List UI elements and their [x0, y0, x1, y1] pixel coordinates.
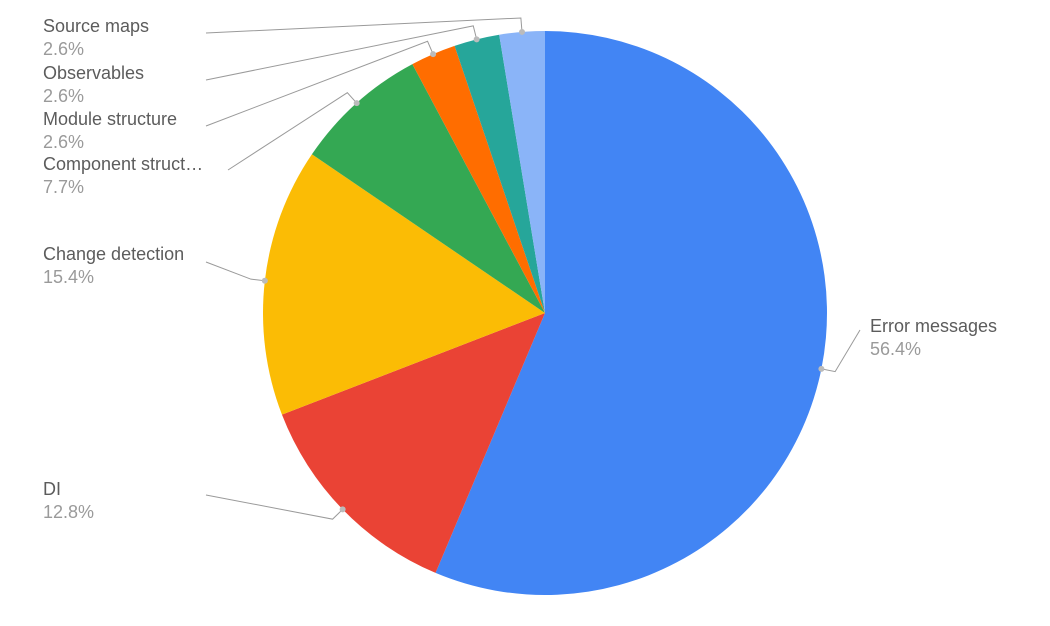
leader-dot: [519, 29, 525, 35]
leader-dot: [340, 506, 346, 512]
label-pct: 7.7%: [43, 176, 203, 199]
label-component-struct: Component struct… 7.7%: [43, 153, 203, 198]
label-change-detection: Change detection 15.4%: [43, 243, 184, 288]
label-name: Component struct…: [43, 153, 203, 176]
leader-dot: [262, 278, 268, 284]
label-name: Error messages: [870, 315, 997, 338]
leader-line: [206, 495, 343, 519]
label-error-messages: Error messages 56.4%: [870, 315, 997, 360]
label-name: Change detection: [43, 243, 184, 266]
label-name: Observables: [43, 62, 144, 85]
pie-chart: [0, 0, 1050, 626]
label-pct: 15.4%: [43, 266, 184, 289]
label-di: DI 12.8%: [43, 478, 94, 523]
label-name: Source maps: [43, 15, 149, 38]
label-source-maps: Source maps 2.6%: [43, 15, 149, 60]
leader-dot: [474, 36, 480, 42]
label-name: DI: [43, 478, 94, 501]
leader-line: [821, 330, 860, 372]
label-pct: 56.4%: [870, 338, 997, 361]
leader-dot: [818, 366, 824, 372]
leader-dot: [354, 100, 360, 106]
label-observables: Observables 2.6%: [43, 62, 144, 107]
label-pct: 2.6%: [43, 85, 144, 108]
label-module-structure: Module structure 2.6%: [43, 108, 177, 153]
label-pct: 2.6%: [43, 131, 177, 154]
label-pct: 12.8%: [43, 501, 94, 524]
label-pct: 2.6%: [43, 38, 149, 61]
leader-line: [206, 262, 265, 281]
leader-dot: [430, 51, 436, 57]
label-name: Module structure: [43, 108, 177, 131]
